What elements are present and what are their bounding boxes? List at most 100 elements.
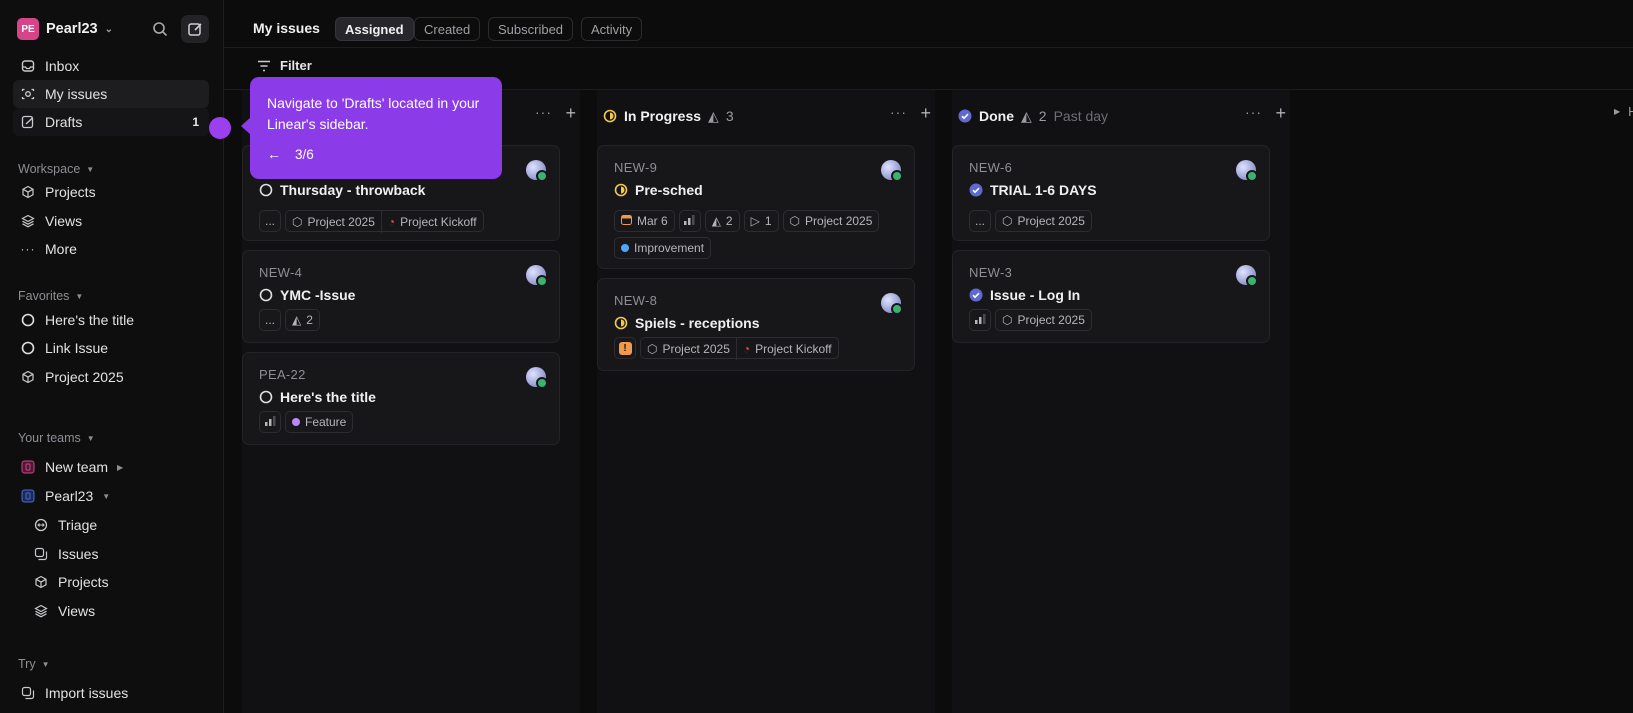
due-date-chip[interactable]: Mar 6 [614,210,675,232]
issue-card[interactable]: NEW-4 YMC -Issue ... ◭ 2 [242,250,560,343]
filter-button[interactable]: Filter [257,58,312,73]
column-title: In Progress [624,108,702,124]
search-icon[interactable] [148,17,172,41]
sidebar-item-views[interactable]: Views [13,207,209,235]
issue-title-text: Thursday - throwback [280,182,426,198]
project-chip-group[interactable]: ⬡ Project 2025 ◔ Project Kickoff [285,210,484,233]
issue-card[interactable]: NEW-8 Spiels - receptions ! ⬡ Project 202… [597,278,915,371]
label-chip[interactable]: Improvement [614,237,712,259]
project-chip[interactable]: ⬡ Project 2025 [782,210,880,232]
chip-label: Project 2025 [307,215,375,229]
assignee-avatar[interactable] [881,160,903,182]
assignee-avatar[interactable] [1236,160,1258,182]
sidebar-item-inbox[interactable]: Inbox [13,52,209,80]
add-issue-icon[interactable]: + [565,103,576,124]
estimate-icon: ◭ [1021,107,1032,124]
favorite-item[interactable]: Project 2025 [13,363,209,391]
layers-icon [20,213,36,229]
team-item-new-team[interactable]: New team ▶ [13,453,209,481]
workspace-section-header[interactable]: Workspace ▼ [18,162,94,176]
project-chip[interactable]: ⬡ Project 2025 [641,338,736,360]
favorite-item[interactable]: Link Issue [13,334,209,362]
chip-label: Improvement [634,241,705,255]
issue-id: NEW-8 [614,293,658,308]
milestone-chip[interactable]: ◔ Project Kickoff [380,211,483,233]
filter-label: Filter [280,58,312,73]
team-sub-item-triage[interactable]: Triage [13,511,209,539]
add-issue-icon[interactable]: + [1275,103,1286,124]
tooltip-text: Navigate to 'Drafts' located in your Lin… [267,95,480,132]
project-chip[interactable]: ⬡ Project 2025 [995,210,1092,232]
issues-icon [33,546,49,562]
add-issue-icon[interactable]: + [920,103,931,124]
todo-status-icon [259,183,273,197]
column-menu-icon[interactable]: ··· [535,104,552,120]
column-menu-icon[interactable]: ··· [1245,104,1262,120]
estimate-chip[interactable]: ◭ 2 [704,210,740,232]
sidebar-item-import-issues[interactable]: Import issues [13,679,209,707]
layers-icon [33,603,49,619]
sidebar-item-label: Projects [45,184,96,200]
team-sub-item-views[interactable]: Views [13,597,209,625]
assignee-avatar[interactable] [526,367,548,389]
tab-subscribed[interactable]: Subscribed [488,17,574,41]
tab-activity[interactable]: Activity [581,17,643,41]
favorites-section-header[interactable]: Favorites ▼ [18,289,83,303]
workspace-switcher[interactable]: PE Pearl23 ⌄ [17,18,113,40]
issue-card[interactable]: PEA-22 Here's the title Feature [242,352,560,445]
sidebar-item-my-issues[interactable]: My issues [13,80,209,108]
assignee-avatar[interactable] [1236,265,1258,287]
project-chip[interactable]: ⬡ Project 2025 [995,309,1092,331]
section-title: Try [18,657,36,671]
chip-label: Project 2025 [662,342,730,356]
issue-card[interactable]: NEW-6 TRIAL 1-6 DAYS ... ⬡ Project 2025 [952,145,1270,241]
assignee-avatar[interactable] [526,160,548,182]
milestone-chip[interactable]: ◔ Project Kickoff [735,338,838,360]
tour-beacon[interactable] [209,117,231,139]
assignee-avatar[interactable] [526,265,548,287]
team-sub-item-issues[interactable]: Issues [13,540,209,568]
tab-created[interactable]: Created [414,17,481,41]
urgent-priority-chip[interactable]: ! [614,337,636,359]
back-arrow-icon[interactable]: ← [267,146,281,162]
filter-icon [258,60,270,71]
issue-card[interactable]: NEW-3 Issue - Log In ⬡ Project 2025 [952,250,1270,343]
estimate-icon: ◭ [711,214,721,228]
project-chip-group[interactable]: ⬡ Project 2025 ◔ Project Kickoff [640,337,839,360]
issue-card[interactable]: NEW-9 Pre-sched Mar 6 ◭ 2 ▷ 1 ⬡ Project 202… [597,145,915,269]
issue-id: NEW-4 [259,265,303,280]
new-issue-button[interactable] [181,15,209,43]
column-menu-icon[interactable]: ··· [890,104,907,120]
cube-icon [20,184,36,200]
sidebar-item-projects[interactable]: Projects [13,178,209,206]
priority-chip[interactable] [259,411,281,433]
chip-label: Project 2025 [1017,214,1085,228]
assignee-avatar[interactable] [881,293,903,315]
in-progress-status-icon [614,316,628,330]
cycle-chip[interactable]: ▷ 1 [743,210,779,232]
sidebar-item-drafts[interactable]: Drafts 1 [13,108,209,136]
tour-tooltip: Navigate to 'Drafts' located in your Lin… [241,77,502,179]
issue-title: TRIAL 1-6 DAYS [969,182,1097,198]
project-chip[interactable]: ⬡ Project 2025 [286,211,381,233]
hidden-columns-toggle[interactable]: ▶ H [1614,104,1633,119]
favorite-item[interactable]: Here's the title [13,306,209,334]
team-item-pearl23[interactable]: Pearl23 ▼ [13,482,209,510]
team-sub-item-projects[interactable]: Projects [13,568,209,596]
chip-label: Project Kickoff [755,342,832,356]
column-title: Done [979,108,1014,124]
label-chip[interactable]: Feature [285,411,354,433]
my-issues-icon [20,86,36,102]
priority-none-chip[interactable]: ... [969,210,991,232]
priority-chip[interactable] [969,309,991,331]
priority-none-chip[interactable]: ... [259,210,281,232]
chip-label: Project 2025 [805,214,873,228]
priority-chip[interactable] [678,210,701,232]
teams-section-header[interactable]: Your teams ▼ [18,431,95,445]
priority-none-chip[interactable]: ... [259,309,281,331]
sidebar-item-more[interactable]: ··· More [13,235,209,263]
estimate-chip[interactable]: ◭ 2 [285,309,320,331]
tab-assigned[interactable]: Assigned [335,17,414,41]
try-section-header[interactable]: Try ▼ [18,657,50,671]
column-header: In Progress ◭ 3 ··· + [597,90,935,142]
